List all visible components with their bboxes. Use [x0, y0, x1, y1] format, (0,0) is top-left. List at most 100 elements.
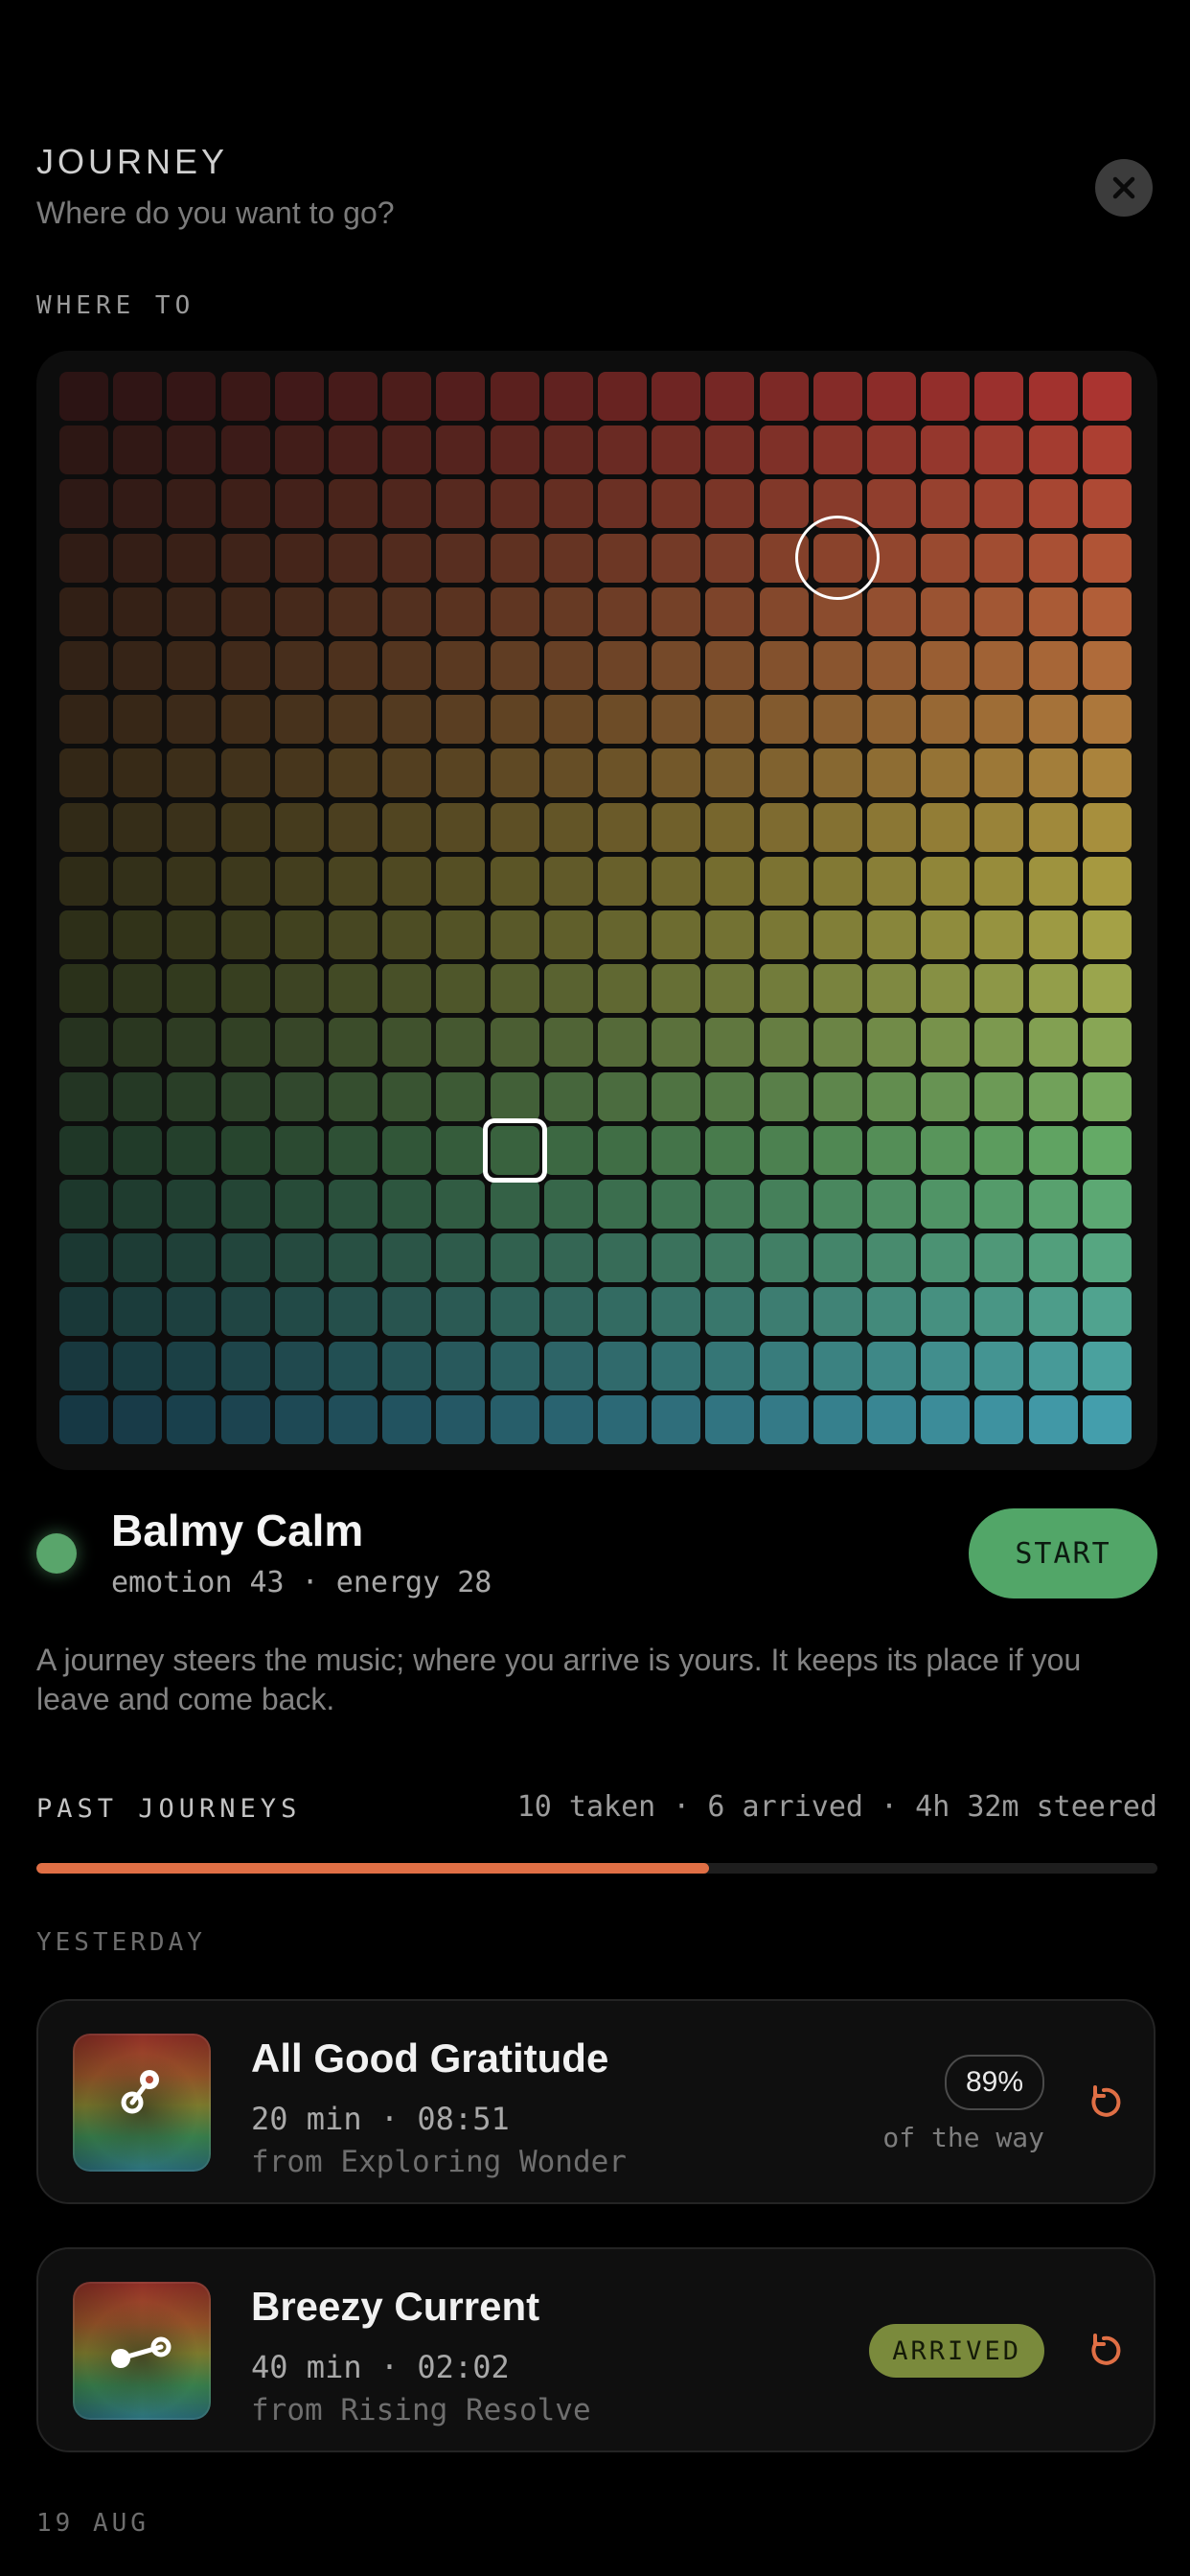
- mood-cell[interactable]: [274, 1287, 324, 1337]
- mood-cell[interactable]: [220, 1341, 270, 1391]
- mood-cell[interactable]: [59, 695, 108, 745]
- mood-cell[interactable]: [167, 1125, 217, 1175]
- mood-cell[interactable]: [759, 586, 809, 636]
- mood-cell[interactable]: [705, 1125, 755, 1175]
- mood-cell[interactable]: [543, 1287, 593, 1337]
- mood-cell[interactable]: [59, 802, 108, 852]
- close-button[interactable]: [1095, 159, 1153, 217]
- mood-cell[interactable]: [812, 1233, 862, 1283]
- mood-cell[interactable]: [113, 1071, 163, 1121]
- mood-cell[interactable]: [1028, 1125, 1078, 1175]
- mood-cell[interactable]: [867, 1018, 916, 1068]
- mood-cell[interactable]: [921, 641, 971, 690]
- mood-cell[interactable]: [59, 1394, 108, 1444]
- mood-cell[interactable]: [867, 641, 916, 690]
- mood-cell[interactable]: [490, 748, 539, 798]
- mood-cell[interactable]: [167, 695, 217, 745]
- mood-cell[interactable]: [113, 802, 163, 852]
- mood-cell[interactable]: [598, 1125, 647, 1175]
- mood-cell[interactable]: [274, 910, 324, 959]
- mood-cell[interactable]: [274, 748, 324, 798]
- mood-cell[interactable]: [329, 586, 378, 636]
- mood-cell[interactable]: [1028, 1233, 1078, 1283]
- mood-cell[interactable]: [812, 1394, 862, 1444]
- mood-cell[interactable]: [436, 1233, 486, 1283]
- mood-cell[interactable]: [274, 1233, 324, 1283]
- mood-cell[interactable]: [113, 1341, 163, 1391]
- replay-icon[interactable]: [1083, 2082, 1125, 2124]
- mood-cell[interactable]: [598, 1071, 647, 1121]
- mood-cell[interactable]: [382, 586, 432, 636]
- mood-cell[interactable]: [974, 533, 1024, 583]
- mood-cell[interactable]: [705, 695, 755, 745]
- mood-cell[interactable]: [812, 372, 862, 421]
- mood-cell[interactable]: [220, 802, 270, 852]
- mood-cell[interactable]: [1028, 1071, 1078, 1121]
- mood-cell[interactable]: [759, 1180, 809, 1229]
- mood-cell[interactable]: [867, 1341, 916, 1391]
- mood-cell[interactable]: [436, 910, 486, 959]
- mood-cell[interactable]: [382, 1287, 432, 1337]
- mood-cell[interactable]: [705, 748, 755, 798]
- mood-cell[interactable]: [543, 641, 593, 690]
- mood-cell[interactable]: [113, 856, 163, 906]
- mood-cell[interactable]: [759, 910, 809, 959]
- mood-cell[interactable]: [1082, 533, 1132, 583]
- mood-cell[interactable]: [220, 1018, 270, 1068]
- mood-cell[interactable]: [974, 586, 1024, 636]
- mood-cell[interactable]: [436, 426, 486, 475]
- mood-cell[interactable]: [759, 1125, 809, 1175]
- mood-cell[interactable]: [598, 641, 647, 690]
- mood-cell[interactable]: [921, 586, 971, 636]
- mood-cell[interactable]: [705, 856, 755, 906]
- mood-cell[interactable]: [490, 1071, 539, 1121]
- mood-cell[interactable]: [705, 1341, 755, 1391]
- mood-cell[interactable]: [705, 586, 755, 636]
- mood-cell[interactable]: [759, 964, 809, 1014]
- mood-cell[interactable]: [759, 748, 809, 798]
- mood-cell[interactable]: [167, 1394, 217, 1444]
- mood-cell[interactable]: [113, 695, 163, 745]
- mood-cell[interactable]: [113, 1018, 163, 1068]
- mood-cell[interactable]: [382, 802, 432, 852]
- mood-cell[interactable]: [1082, 1180, 1132, 1229]
- mood-cell[interactable]: [759, 1394, 809, 1444]
- mood-cell[interactable]: [329, 964, 378, 1014]
- mood-cell[interactable]: [598, 586, 647, 636]
- mood-cell[interactable]: [1028, 910, 1078, 959]
- mood-cell[interactable]: [167, 479, 217, 529]
- mood-cell[interactable]: [543, 586, 593, 636]
- mood-cell[interactable]: [59, 479, 108, 529]
- mood-cell[interactable]: [167, 372, 217, 421]
- mood-cell[interactable]: [921, 1180, 971, 1229]
- mood-cell[interactable]: [652, 695, 701, 745]
- mood-cell[interactable]: [1082, 1125, 1132, 1175]
- mood-cell[interactable]: [543, 1125, 593, 1175]
- mood-cell[interactable]: [812, 856, 862, 906]
- mood-cell[interactable]: [652, 856, 701, 906]
- mood-cell[interactable]: [329, 910, 378, 959]
- mood-cell[interactable]: [974, 1125, 1024, 1175]
- mood-cell[interactable]: [543, 748, 593, 798]
- mood-cell[interactable]: [921, 372, 971, 421]
- mood-cell[interactable]: [113, 479, 163, 529]
- mood-cell[interactable]: [705, 1287, 755, 1337]
- mood-cell[interactable]: [543, 910, 593, 959]
- mood-cell[interactable]: [705, 1180, 755, 1229]
- mood-cell[interactable]: [436, 856, 486, 906]
- mood-cell[interactable]: [382, 695, 432, 745]
- mood-cell[interactable]: [382, 1125, 432, 1175]
- mood-cell[interactable]: [59, 641, 108, 690]
- mood-cell[interactable]: [382, 1233, 432, 1283]
- mood-cell[interactable]: [705, 1233, 755, 1283]
- mood-cell[interactable]: [812, 1287, 862, 1337]
- mood-cell[interactable]: [1028, 1341, 1078, 1391]
- mood-cell[interactable]: [220, 426, 270, 475]
- mood-cell[interactable]: [59, 748, 108, 798]
- mood-cell[interactable]: [167, 1071, 217, 1121]
- mood-cell[interactable]: [59, 533, 108, 583]
- mood-cell[interactable]: [652, 1071, 701, 1121]
- mood-cell[interactable]: [167, 802, 217, 852]
- mood-cell[interactable]: [921, 1125, 971, 1175]
- mood-cell[interactable]: [436, 1071, 486, 1121]
